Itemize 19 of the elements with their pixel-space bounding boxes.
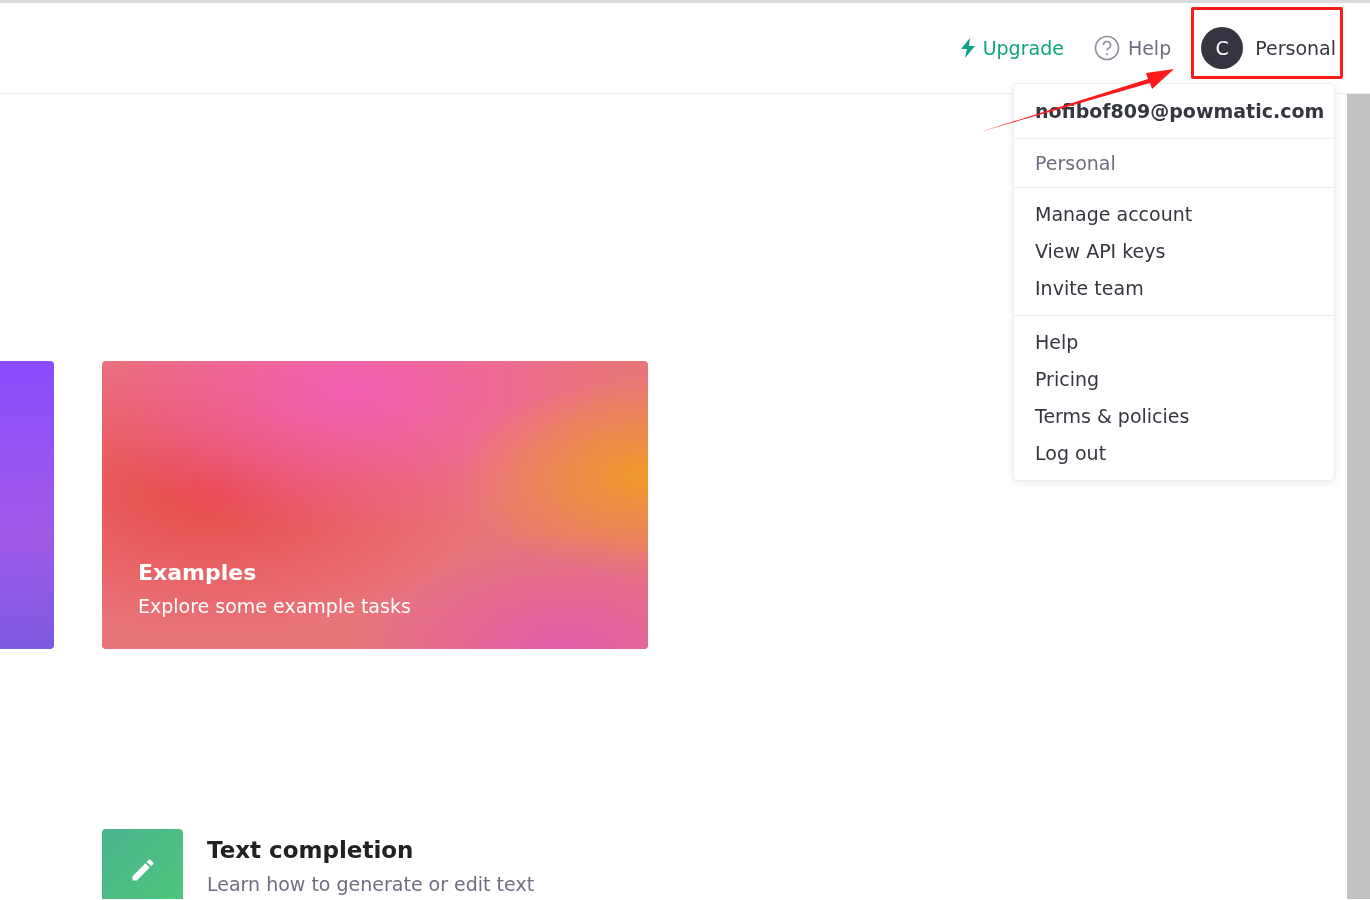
help-link[interactable]: Help: [1093, 35, 1172, 61]
scrollbar[interactable]: [1347, 94, 1370, 899]
menu-item[interactable]: Help: [1014, 324, 1334, 361]
guide-title: Text completion: [207, 837, 415, 863]
menu-item[interactable]: Manage account: [1014, 196, 1334, 233]
guide-tile[interactable]: [102, 829, 183, 899]
lightning-icon: [960, 38, 975, 58]
menu-item[interactable]: Pricing: [1014, 361, 1334, 398]
menu-item[interactable]: View API keys: [1014, 233, 1334, 270]
avatar: C: [1201, 27, 1244, 69]
card-subtitle: Explore some example tasks: [138, 595, 412, 617]
menu-item[interactable]: Invite team: [1014, 270, 1334, 307]
menu-item[interactable]: Terms & policies: [1014, 398, 1334, 435]
help-icon: [1093, 35, 1120, 61]
card-title: Examples: [138, 560, 258, 585]
guide-subtitle: Learn how to generate or edit text: [207, 873, 535, 895]
menu-item[interactable]: Log out: [1014, 435, 1334, 472]
organization-name: Personal: [1014, 139, 1334, 188]
account-button[interactable]: C Personal: [1201, 27, 1336, 69]
